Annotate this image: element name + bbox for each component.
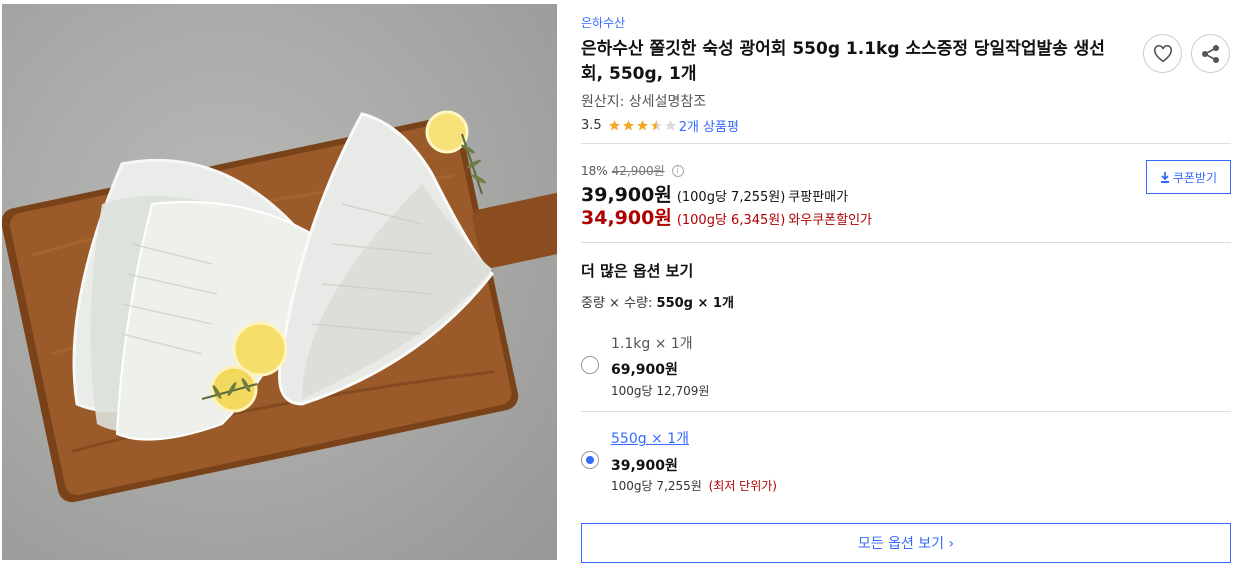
option-unit-value: 100g당 7,255원 — [611, 479, 702, 493]
summary-label: 중량 × 수량: — [581, 296, 653, 311]
view-all-options-button[interactable]: 모든 옵션 보기 › — [581, 523, 1231, 563]
divider — [581, 242, 1231, 243]
coupon-download-button[interactable]: 쿠폰받기 — [1146, 160, 1231, 194]
discount-info: 18% 42,900원 i — [581, 162, 684, 179]
coupon-price-row: 34,900원 (100g당 6,345원) 와우쿠폰할인가 — [581, 203, 872, 230]
download-icon — [1160, 171, 1169, 183]
product-info-panel: 은하수산 은하수산 쫄깃한 숙성 광어회 550g 1.1kg 소스증정 당일작… — [581, 0, 1231, 569]
product-image[interactable] — [2, 4, 557, 560]
coupon-price-label: 와우쿠폰할인가 — [788, 213, 873, 228]
option-price: 69,900원 — [611, 362, 678, 378]
option-radio[interactable] — [581, 356, 599, 374]
star-icon — [622, 120, 634, 131]
share-icon — [1201, 44, 1219, 63]
star-icon — [664, 120, 676, 131]
heart-icon — [1153, 44, 1172, 62]
share-button[interactable] — [1191, 34, 1230, 73]
option-name[interactable]: 1.1kg × 1개 — [611, 333, 693, 353]
selected-option-summary: 중량 × 수량: 550g × 1개 — [581, 292, 734, 311]
option-unit-price: 100g당 12,709원 — [611, 384, 710, 398]
origin-info: 원산지: 상세설명참조 — [581, 94, 707, 110]
coupon-price: 34,900원 — [581, 207, 672, 229]
wishlist-button[interactable] — [1143, 34, 1182, 73]
discount-rate: 18% — [581, 163, 608, 178]
rating-score: 3.5 — [581, 118, 602, 133]
review-count-link[interactable]: 2개 상품평 — [679, 116, 739, 135]
divider — [581, 411, 1231, 412]
option-price: 39,900원 — [611, 458, 678, 474]
original-price: 42,900원 — [611, 164, 665, 178]
brand-link[interactable]: 은하수산 — [581, 14, 625, 31]
option-radio-selected[interactable] — [581, 451, 599, 469]
rating: 3.5 2개 상품평 — [581, 116, 739, 135]
divider — [581, 143, 1231, 144]
options-title: 더 많은 옵션 보기 — [581, 262, 694, 280]
star-icon — [650, 120, 662, 131]
product-title: 은하수산 쫄깃한 숙성 광어회 550g 1.1kg 소스증정 당일작업발송 생… — [581, 39, 1105, 84]
info-icon[interactable]: i — [671, 164, 684, 177]
option-name[interactable]: 550g × 1개 — [611, 428, 689, 448]
summary-value: 550g × 1개 — [656, 296, 734, 311]
star-icon — [636, 120, 648, 131]
lowest-unit-note: (최저 단위가) — [708, 479, 777, 493]
coupon-unit-price: (100g당 6,345원) — [676, 213, 786, 228]
fish-on-board-illustration — [2, 110, 557, 503]
option-unit-price: 100g당 7,255원 (최저 단위가) — [611, 477, 777, 494]
rating-stars — [608, 119, 677, 132]
star-icon — [608, 120, 620, 131]
coupon-button-label: 쿠폰받기 — [1172, 170, 1218, 185]
